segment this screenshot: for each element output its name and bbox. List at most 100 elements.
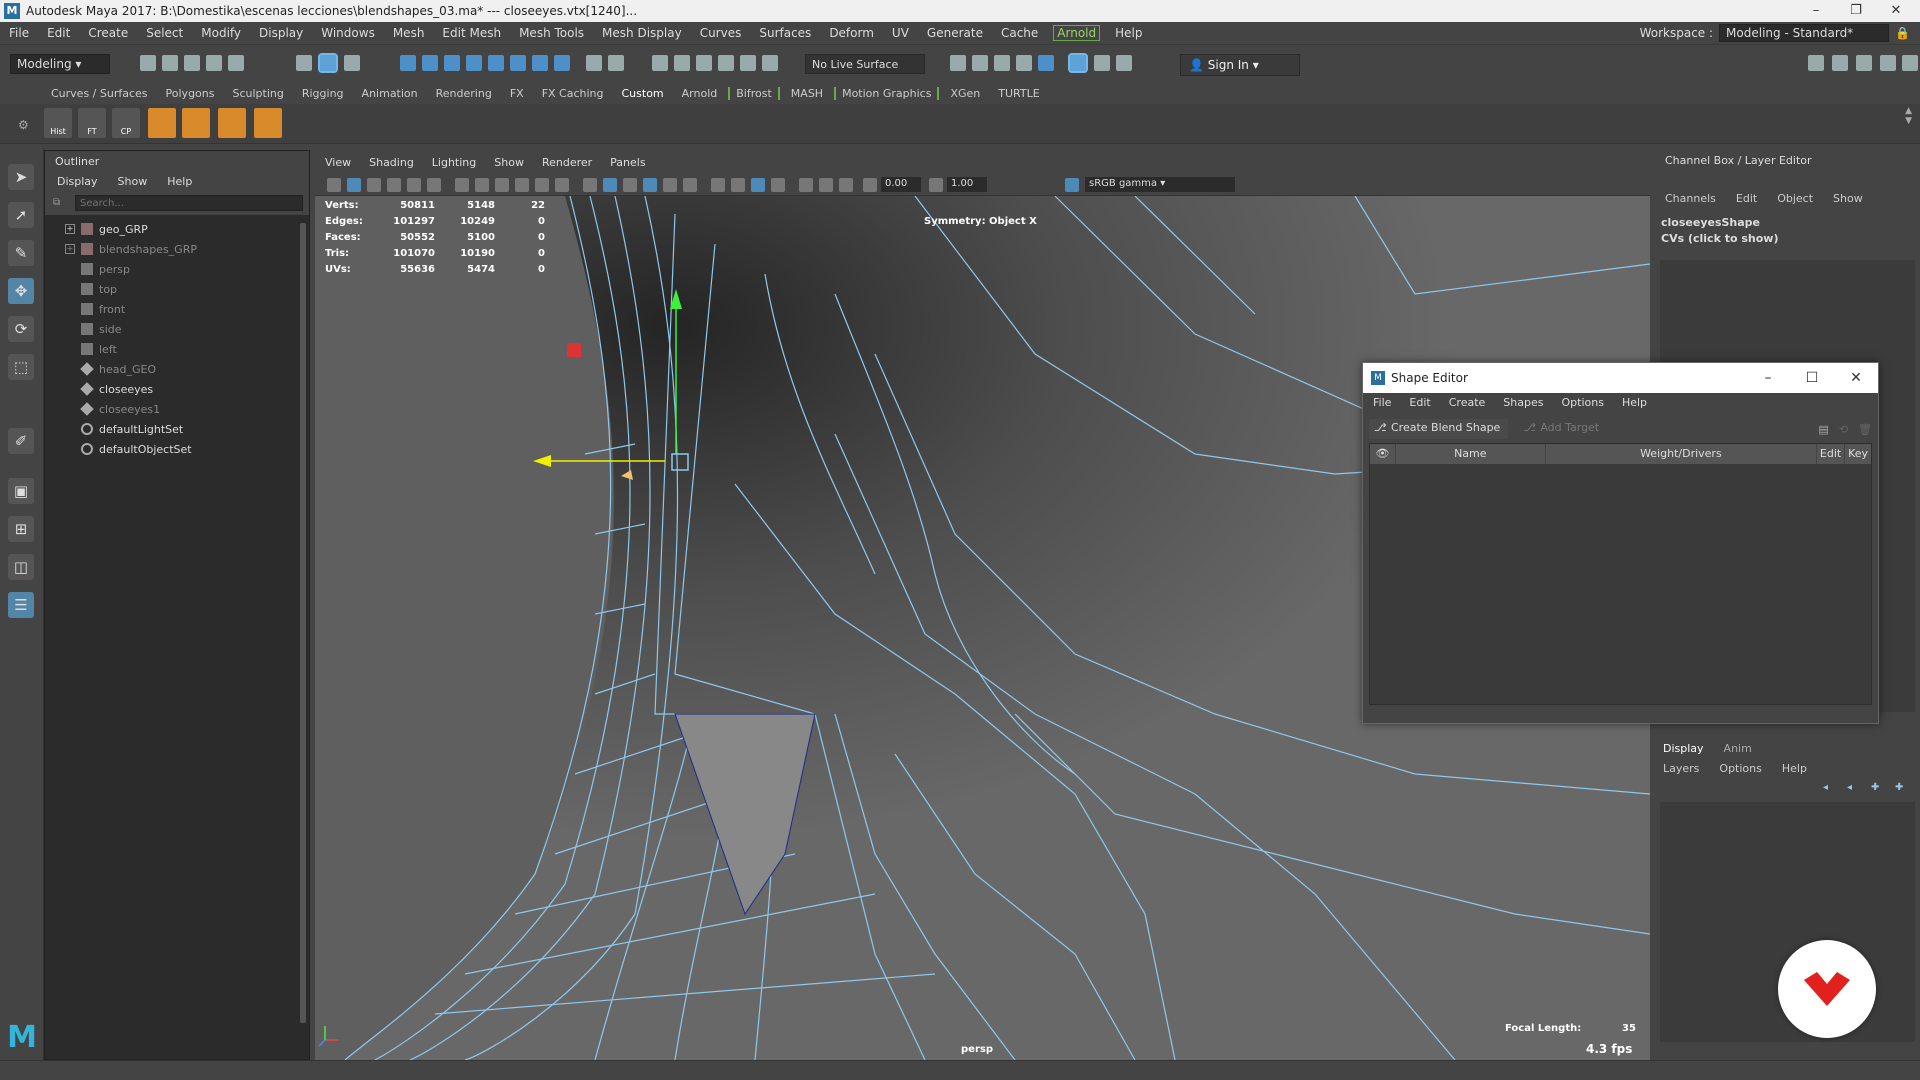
exposure-icon[interactable] [863,178,877,192]
rotate-tool-icon[interactable]: ⟳ [8,316,34,342]
select-tool-icon[interactable]: ➤ [8,164,34,190]
channel-box-cvs-toggle[interactable]: CVs (click to show) [1661,232,1779,245]
menu-generate[interactable]: Generate [918,26,992,40]
outliner-scrollbar[interactable] [299,221,307,1041]
color-management-icon[interactable] [1065,178,1079,192]
new-scene-icon[interactable] [140,55,156,71]
channel-box-menu-edit[interactable]: Edit [1736,192,1757,205]
scale-tool-icon[interactable]: ⬚ [8,354,34,380]
channel-box-menu-show[interactable]: Show [1833,192,1863,205]
lock-selection-icon[interactable] [586,55,602,71]
outliner-item-side[interactable]: side [45,319,309,339]
expand-icon[interactable]: + [65,244,75,254]
sign-in-button[interactable]: 👤 Sign In ▾ [1180,54,1300,76]
viewport-menu-lighting[interactable]: Lighting [432,156,476,172]
default-material-icon[interactable] [623,178,637,192]
shape-editor-menu-file[interactable]: File [1373,396,1391,412]
output-connections-icon[interactable] [696,55,712,71]
outliner-item-defaultlightset[interactable]: defaultLightSet [45,419,309,439]
pause-icon[interactable] [1116,55,1132,71]
render-frame-icon[interactable] [950,55,966,71]
column-edit[interactable]: Edit [1817,444,1846,464]
outliner-item-geo-grp[interactable]: + geo_GRP [45,219,309,239]
menu-help[interactable]: Help [1106,26,1151,40]
channel-box-menu-channels[interactable]: Channels [1665,192,1716,205]
layer-menu-options[interactable]: Options [1719,762,1761,775]
menu-set-dropdown[interactable]: Modeling ▾ [10,54,110,74]
shelf-tab-fx[interactable]: FX [501,87,533,100]
menu-mesh-tools[interactable]: Mesh Tools [510,26,593,40]
layer-menu-layers[interactable]: Layers [1663,762,1699,775]
menu-windows[interactable]: Windows [312,26,384,40]
shelf-button-script-1[interactable] [148,108,176,138]
toggle-attribute-editor-icon[interactable] [1094,55,1110,71]
shelf-tab-arnold[interactable]: Arnold [673,87,727,100]
new-layer-selected-icon[interactable]: ✚ [1895,782,1903,793]
textured-icon[interactable] [663,178,677,192]
menu-deform[interactable]: Deform [820,26,883,40]
workspace-dropdown[interactable]: Modeling - Standard* [1719,24,1890,42]
snap-view-icon[interactable] [466,55,482,71]
two-pane-layout-icon[interactable]: ◫ [8,554,34,580]
shelf-tab-bifrost[interactable]: Bifrost [728,86,780,100]
shelf-button-cp[interactable]: CP [112,108,140,138]
menu-file[interactable]: File [0,26,38,40]
outliner-menu-show[interactable]: Show [118,175,148,191]
undo-icon[interactable] [206,55,222,71]
shelf-tab-motion-graphics[interactable]: Motion Graphics [834,86,940,100]
gamma-icon[interactable] [929,178,943,192]
shelf-button-ft[interactable]: FT [78,108,106,138]
expand-icon[interactable]: + [65,224,75,234]
input-connections-icon[interactable] [674,55,690,71]
menu-edit[interactable]: Edit [38,26,79,40]
toggle-modeling-toolkit-icon[interactable] [1068,53,1088,73]
menu-mesh[interactable]: Mesh [384,26,434,40]
delete-icon[interactable]: 🗑 [1858,423,1872,436]
shape-editor-maximize-icon[interactable]: ☐ [1790,363,1834,393]
wireframe-on-shaded-icon[interactable] [643,178,657,192]
shape-editor-minimize-icon[interactable]: – [1746,363,1790,393]
visibility-eye-icon[interactable]: 👁 [1370,444,1396,464]
snap-point-icon[interactable] [444,55,460,71]
move-layer-up-icon[interactable]: ◂ [1823,782,1828,793]
layout-toolsettings-icon[interactable] [1902,55,1918,71]
outliner-item-front[interactable]: front [45,299,309,319]
new-folder-icon[interactable]: ▤ [1818,423,1828,436]
grid-icon[interactable] [455,178,469,192]
field-chart-icon[interactable] [535,178,549,192]
viewport-menu-show[interactable]: Show [494,156,524,172]
viewport-menu-shading[interactable]: Shading [369,156,414,172]
open-scene-icon[interactable] [162,55,178,71]
shelf-button-hist[interactable]: Hist [44,108,72,138]
add-target-button[interactable]: ⎇ Add Target [1518,419,1607,439]
image-plane-icon[interactable] [387,178,401,192]
outliner-item-left[interactable]: left [45,339,309,359]
outliner-item-persp[interactable]: persp [45,259,309,279]
outliner-item-closeeyes[interactable]: closeeyes [45,379,309,399]
isolate-select-icon[interactable] [751,178,765,192]
shelf-button-cube[interactable] [218,108,246,138]
menu-surfaces[interactable]: Surfaces [750,26,820,40]
minimize-icon[interactable]: – [1796,0,1836,22]
four-pane-layout-icon[interactable]: ⊞ [8,516,34,542]
input-ops-icon[interactable] [532,55,548,71]
layout-four-icon[interactable] [1832,55,1848,71]
highlight-selection-icon[interactable] [608,55,624,71]
outliner-item-top[interactable]: top [45,279,309,299]
shape-editor-menu-shapes[interactable]: Shapes [1503,396,1543,412]
two-d-pan-icon[interactable] [407,178,421,192]
shelf-scroll-icon[interactable]: ▲ ▼ [1905,106,1912,126]
shelf-tab-polygons[interactable]: Polygons [157,87,224,100]
shadows-icon[interactable] [711,178,725,192]
grease-pencil-icon[interactable] [427,178,441,192]
outliner-menu-display[interactable]: Display [57,175,98,191]
select-hierarchy-icon[interactable] [296,55,312,71]
shelf-tab-turtle[interactable]: TURTLE [989,87,1048,100]
outliner-item-defaultobjectset[interactable]: defaultObjectSet [45,439,309,459]
layout-single-icon[interactable] [1808,55,1824,71]
layer-tab-display[interactable]: Display [1663,742,1704,755]
ipr-render-icon[interactable] [972,55,988,71]
snap-curve-icon[interactable] [422,55,438,71]
menu-create[interactable]: Create [79,26,137,40]
shelf-tab-fx-caching[interactable]: FX Caching [533,87,613,100]
